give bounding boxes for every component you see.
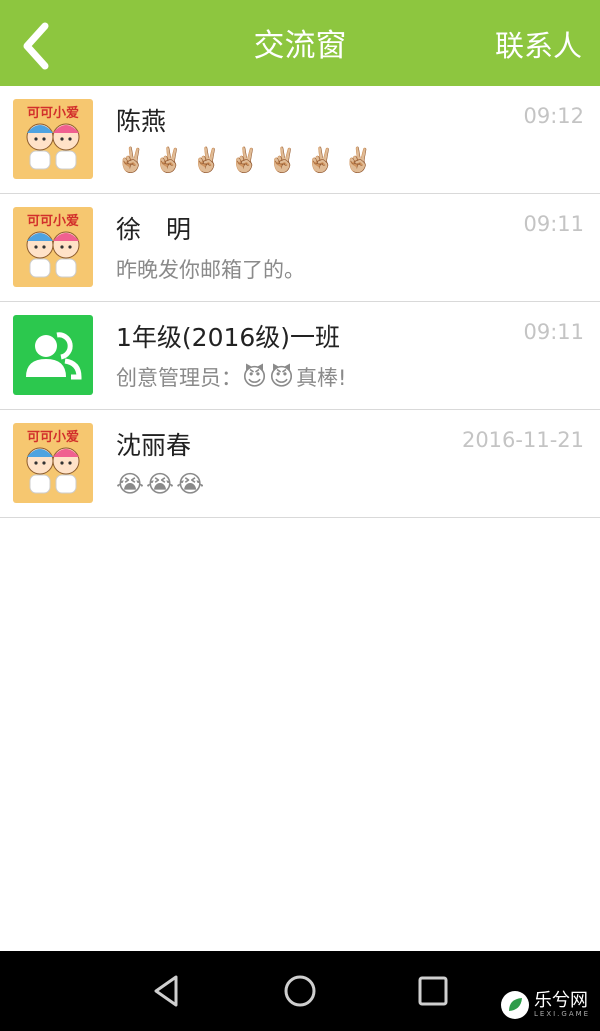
- top-bar: 交流窗 联系人: [0, 0, 600, 86]
- conversation-preview: 创意管理员： 😈 😈 真棒!: [116, 362, 346, 392]
- victory-hand-emoji: ✌🏼: [267, 146, 298, 174]
- conversation-preview: 昨晚发你邮箱了的。: [116, 254, 305, 284]
- conversation-preview: ✌🏼 ✌🏼 ✌🏼 ✌🏼 ✌🏼 ✌🏼 ✌🏼: [116, 146, 381, 174]
- group-avatar: [13, 315, 93, 395]
- watermark-text: 乐兮网: [534, 990, 588, 1011]
- watermark-subtext: LEXI.GAME: [534, 1010, 591, 1018]
- message-sender: 创意管理员：: [116, 366, 242, 390]
- svg-text:可可小爱: 可可小爱: [27, 105, 79, 121]
- svg-text:可可小爱: 可可小爱: [27, 213, 79, 229]
- crying-face-emoji: 😭: [116, 470, 145, 498]
- nav-home-button[interactable]: [282, 973, 318, 1009]
- conversation-name: 沈丽春: [116, 431, 192, 460]
- victory-hand-emoji: ✌🏼: [116, 146, 146, 174]
- cartoon-kids-avatar: 可可小爱: [13, 423, 93, 503]
- nav-recents-button[interactable]: [415, 973, 451, 1009]
- crying-face-emoji: 😭: [176, 470, 205, 498]
- conversation-time: 09:11: [523, 212, 584, 236]
- leaf-logo-icon: [501, 991, 529, 1019]
- conversation-name: 1年级(2016级)一班: [116, 323, 341, 352]
- svg-text:可可小爱: 可可小爱: [27, 429, 79, 445]
- conversation-name: 陈燕: [116, 107, 167, 136]
- conversation-row[interactable]: 可可小爱 徐 明 09:11 昨晚发你邮箱了的。: [0, 194, 600, 302]
- cartoon-kids-avatar: 可可小爱: [13, 99, 93, 179]
- victory-hand-emoji: ✌🏼: [153, 146, 184, 174]
- conversation-time: 2016-11-21: [461, 428, 584, 452]
- square-recents-icon: [418, 976, 448, 1006]
- watermark: 乐兮网 LEXI.GAME: [500, 988, 592, 1024]
- victory-hand-emoji: ✌🏼: [229, 146, 260, 174]
- conversation-row[interactable]: 1年级(2016级)一班 09:11 创意管理员： 😈 😈 真棒!: [0, 302, 600, 410]
- conversation-row[interactable]: 可可小爱 沈丽春 2016-11-21 😭 😭 😭: [0, 410, 600, 518]
- conversation-row[interactable]: 可可小爱 陈燕 09:12 ✌🏼 ✌🏼 ✌🏼 ✌🏼 ✌🏼 ✌🏼 ✌🏼: [0, 86, 600, 194]
- triangle-back-icon: [154, 975, 178, 1007]
- conversation-preview-text: 昨晚发你邮箱了的。: [116, 258, 305, 282]
- smiling-devil-emoji: 😈: [242, 363, 268, 391]
- conversation-time: 09:12: [523, 104, 584, 128]
- victory-hand-emoji: ✌🏼: [343, 146, 374, 174]
- nav-back-button[interactable]: [148, 973, 184, 1009]
- contacts-button[interactable]: 联系人: [495, 0, 582, 86]
- conversation-preview-text: 真棒!: [296, 366, 347, 390]
- cartoon-kids-avatar: 可可小爱: [13, 207, 93, 287]
- circle-home-icon: [284, 975, 316, 1007]
- victory-hand-emoji: ✌🏼: [191, 146, 222, 174]
- conversation-list: 可可小爱 陈燕 09:12 ✌🏼 ✌🏼 ✌🏼 ✌🏼 ✌🏼 ✌🏼 ✌🏼 可可小爱 …: [0, 86, 600, 518]
- crying-face-emoji: 😭: [146, 470, 175, 498]
- conversation-preview: 😭 😭 😭: [116, 470, 206, 498]
- conversation-time: 09:11: [523, 320, 584, 344]
- victory-hand-emoji: ✌🏼: [305, 146, 336, 174]
- smiling-devil-emoji: 😈: [269, 363, 295, 391]
- conversation-name: 徐 明: [116, 215, 192, 244]
